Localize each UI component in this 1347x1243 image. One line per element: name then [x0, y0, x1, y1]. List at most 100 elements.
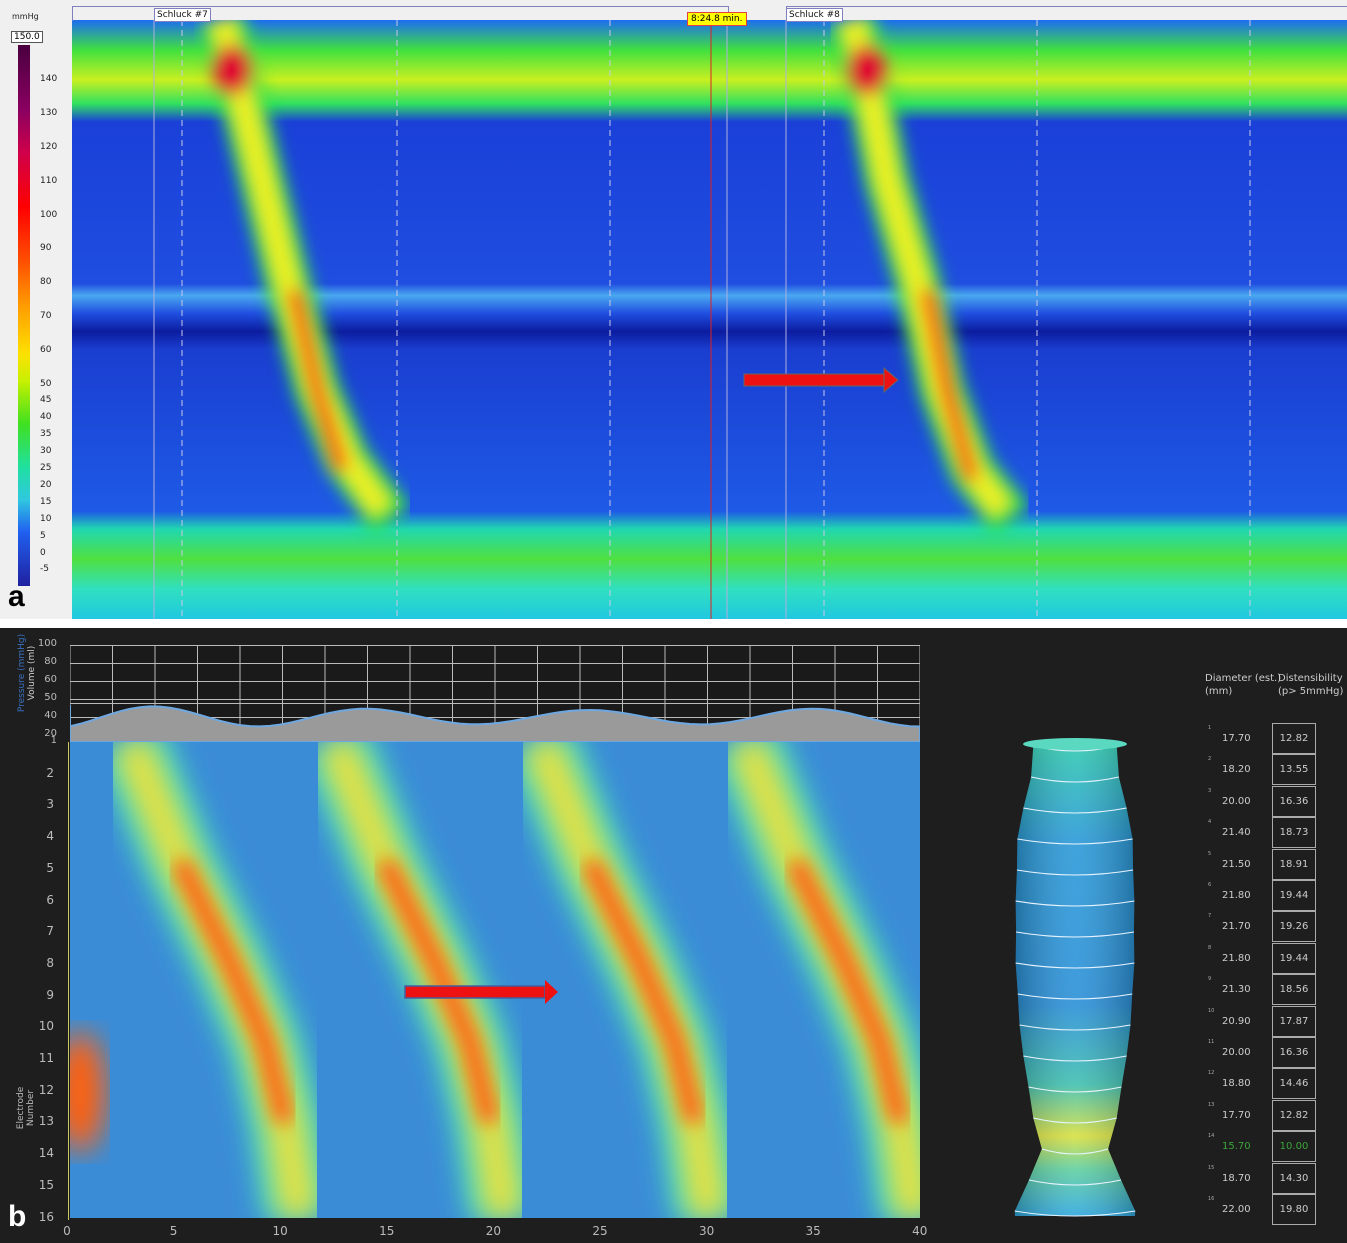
table-row: 5 21.50 18.91: [1200, 848, 1345, 880]
row-index: 10: [1208, 1007, 1215, 1014]
distensibility-value: 12.82: [1272, 723, 1316, 754]
top-chart-tick-label: 40: [44, 710, 57, 721]
pressure-heatmap-a: [72, 20, 1347, 619]
colorbar-tick-label: 130: [40, 108, 58, 118]
table-row: 1 17.70 12.82: [1200, 723, 1345, 754]
colorbar-tick-label: 40: [40, 412, 52, 422]
colorbar-unit: mmHg: [12, 12, 39, 21]
colorbar-tick-label: 45: [40, 395, 52, 405]
diameter-value: 21.70: [1222, 921, 1251, 933]
time-tick-label: 5: [169, 1224, 178, 1238]
colorbar-tick-label: 15: [40, 497, 52, 507]
colorbar-max: 150.0: [11, 31, 43, 43]
electrode-tick-label: 9: [46, 987, 54, 1002]
swallow-label-8[interactable]: Schluck #8: [786, 8, 843, 22]
distensibility-value: 19.80: [1272, 1194, 1316, 1225]
time-tick-label: 25: [592, 1224, 608, 1238]
row-index: 7: [1208, 913, 1212, 920]
row-index: 1: [1208, 725, 1212, 731]
colorbar: [18, 45, 30, 586]
top-chart-tick-label: 50: [44, 692, 57, 703]
colorbar-tick-label: -5: [40, 564, 49, 574]
diameter-value: 21.40: [1222, 827, 1251, 839]
esophagus-3d-model: [1014, 738, 1136, 1217]
time-tick-label: 0: [63, 1224, 71, 1238]
table-row: 7 21.70 19.26: [1200, 911, 1345, 943]
table-row: 6 21.80 19.44: [1200, 880, 1345, 911]
row-index: 12: [1208, 1070, 1215, 1077]
distensibility-value: 19.44: [1272, 880, 1316, 911]
electrode-axis-label: Electrode Number: [16, 1086, 36, 1130]
colorbar-tick-label: 0: [40, 548, 46, 558]
colorbar-tick-label: 140: [40, 74, 58, 84]
y-axis-line: [68, 742, 69, 1220]
colorbar-tick-label: 10: [40, 514, 52, 524]
row-index: 4: [1208, 819, 1212, 826]
colorbar-tick-label: 100: [40, 210, 58, 220]
colorbar-tick-label: 80: [40, 277, 52, 287]
row-index: 3: [1208, 787, 1212, 794]
colorbar-tick-label: 20: [40, 480, 52, 490]
top-chart-tick-label: 80: [44, 656, 57, 667]
tube-top: [1023, 738, 1127, 750]
electrode-tick-label: 4: [46, 829, 54, 844]
table-row: 13 17.70 12.82: [1200, 1099, 1345, 1131]
panel-letter-a: a: [8, 580, 25, 613]
time-tick-label: 15: [379, 1224, 395, 1238]
electrode-tick-label: 3: [46, 797, 54, 812]
time-tick-label: 40: [912, 1224, 928, 1238]
distensibility-value: 10.00: [1272, 1131, 1316, 1163]
cursor-time-label: 8:24.8 min.: [687, 12, 747, 26]
electrode-tick-label: 13: [38, 1114, 54, 1129]
diameter-value: 17.70: [1222, 1109, 1251, 1121]
panel-a-pressure-topography: mmHg 150.0 140 130 120 110 100 90 80 70 60 50 45 40…: [0, 0, 1347, 619]
diameter-value: 17.70: [1222, 733, 1251, 744]
distensibility-value: 18.56: [1272, 974, 1316, 1006]
table-row: 14 15.70 10.00: [1200, 1131, 1345, 1163]
diameter-value: 20.90: [1222, 1015, 1251, 1027]
electrode-tick-label: 5: [46, 860, 54, 875]
colorbar-tick-label: 35: [40, 429, 52, 439]
diameter-header: Diameter (est.) (mm): [1205, 673, 1282, 697]
diameter-value: 20.00: [1222, 795, 1251, 807]
diameter-value: 20.00: [1222, 1047, 1251, 1058]
row-index: 8: [1208, 944, 1212, 951]
table-row: 9 21.30 18.56: [1200, 974, 1345, 1006]
table-row: 3 20.00 16.36: [1200, 785, 1345, 817]
time-tick-label: 35: [805, 1224, 821, 1238]
row-index: 15: [1208, 1164, 1215, 1171]
table-row: 11 20.00 16.36: [1200, 1037, 1345, 1068]
panel-b-impedance-planimetry: Pressure (mmHg) Volume (ml) 100 80 60 50 40 2…: [0, 628, 1347, 1243]
electrode-tick-label: 2: [46, 765, 54, 780]
diameter-value: 18.20: [1222, 764, 1251, 776]
swallow-label-7[interactable]: Schluck #7: [154, 8, 211, 22]
diameter-value: 21.50: [1222, 858, 1251, 870]
distensibility-value: 12.82: [1272, 1099, 1316, 1131]
row-index: 14: [1208, 1133, 1215, 1140]
pressure-heatmap-b: [70, 742, 920, 1218]
row-index: 11: [1208, 1039, 1215, 1045]
electrode-tick-label: 8: [46, 955, 54, 970]
diameter-value: 21.30: [1222, 984, 1251, 996]
colorbar-tick-label: 90: [40, 243, 52, 253]
distensibility-value: 13.55: [1272, 754, 1316, 786]
table-row: 15 18.70 14.30: [1200, 1162, 1345, 1194]
colorbar-tick-label: 5: [40, 531, 46, 541]
distensibility-value: 14.30: [1272, 1162, 1316, 1194]
panel-letter-b: b: [8, 1200, 27, 1233]
distensibility-value: 19.44: [1272, 942, 1316, 974]
diameter-value: 21.80: [1222, 890, 1251, 901]
colorbar-tick-label: 30: [40, 446, 52, 456]
top-chart-tick-label: 60: [44, 674, 57, 685]
top-chart-tick-label: 1: [50, 735, 57, 746]
diameter-value: 15.70: [1222, 1141, 1251, 1153]
electrode-tick-label: 15: [38, 1177, 54, 1192]
electrode-tick-label: 7: [46, 924, 54, 939]
distensibility-value: 17.87: [1272, 1005, 1316, 1037]
table-row: 12 18.80 14.46: [1200, 1068, 1345, 1100]
table-row: 2 18.20 13.55: [1200, 754, 1345, 786]
colorbar-tick-label: 25: [40, 463, 52, 473]
colorbar-tick-label: 60: [40, 345, 52, 355]
electrode-tick-label: 6: [46, 892, 54, 907]
row-index: 16: [1208, 1196, 1215, 1202]
